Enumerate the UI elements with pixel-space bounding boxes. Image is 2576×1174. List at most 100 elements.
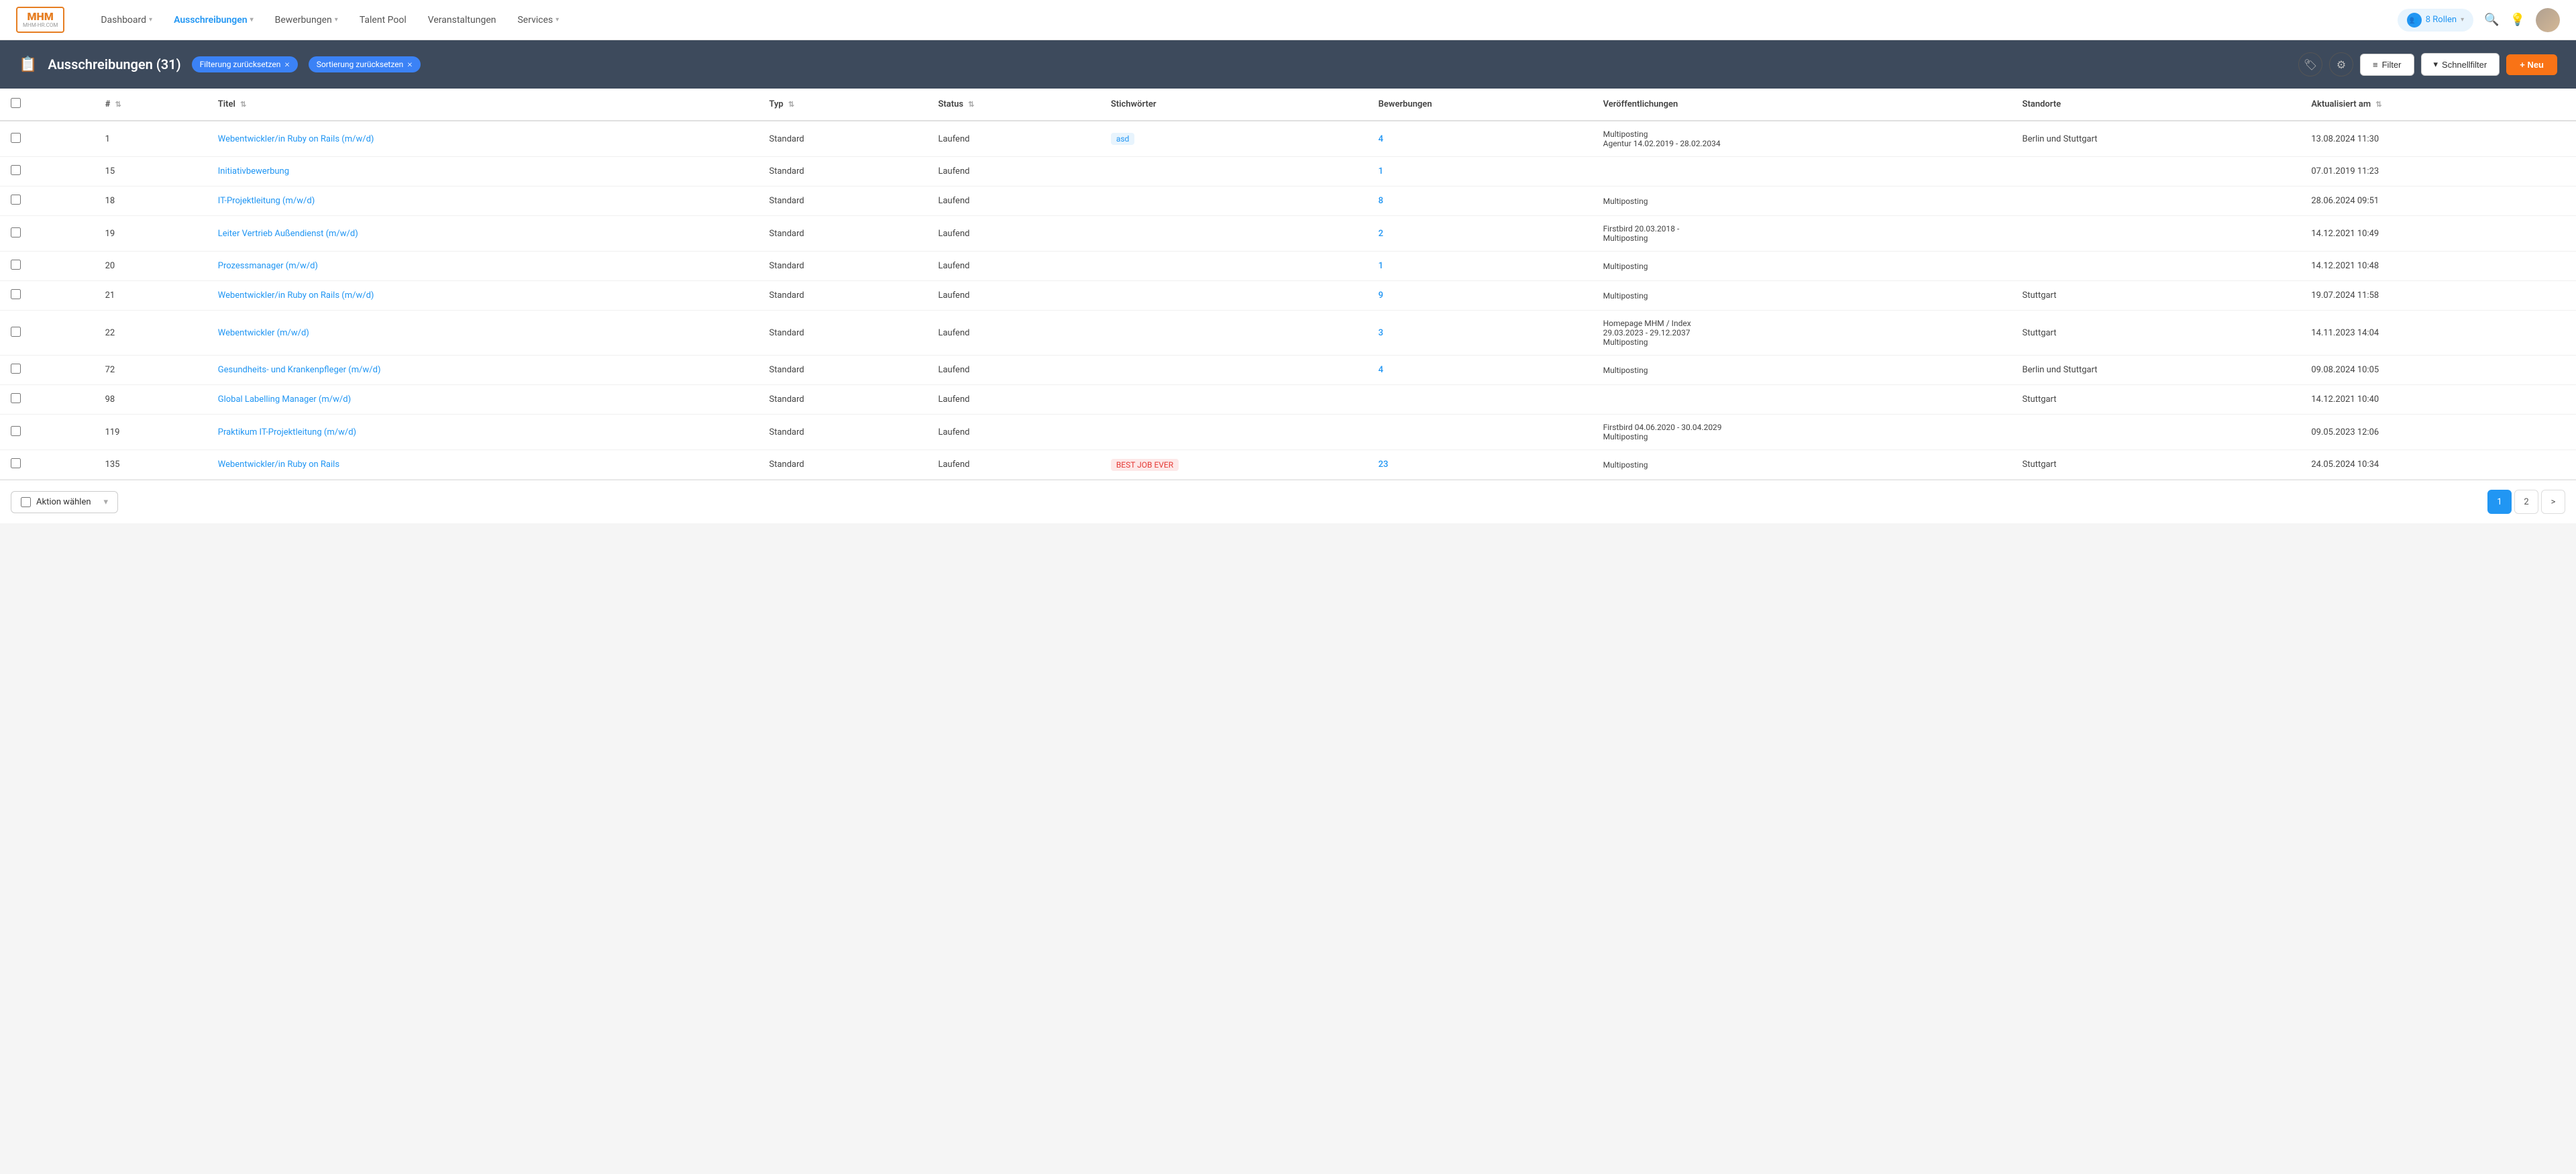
nav-item-bewerbungen[interactable]: Bewerbungen▾ <box>266 9 347 31</box>
nav-item-ausschreibungen[interactable]: Ausschreibungen▾ <box>164 9 263 31</box>
row-title-link[interactable]: Webentwickler (m/w/d) <box>218 328 309 338</box>
row-typ: Standard <box>758 252 927 281</box>
row-id: 1 <box>95 121 207 157</box>
filter-reset-button[interactable]: Filterung zurücksetzen × <box>192 56 298 72</box>
row-checkbox[interactable] <box>11 458 21 468</box>
bewerbungen-link[interactable]: 4 <box>1379 365 1383 375</box>
schnellfilter-button[interactable]: ▾ Schnellfilter <box>2421 53 2500 76</box>
row-title-link[interactable]: Webentwickler/in Ruby on Rails (m/w/d) <box>218 134 374 144</box>
row-title-link[interactable]: Global Labelling Manager (m/w/d) <box>218 394 351 405</box>
bewerbungen-link[interactable]: 1 <box>1379 166 1383 176</box>
row-title-link[interactable]: Praktikum IT-Projektleitung (m/w/d) <box>218 427 356 437</box>
col-typ[interactable]: Typ ⇅ <box>758 89 927 121</box>
nav-item-dashboard[interactable]: Dashboard▾ <box>91 9 162 31</box>
neu-button[interactable]: + Neu <box>2506 54 2557 75</box>
row-title-link[interactable]: IT-Projektleitung (m/w/d) <box>218 196 315 206</box>
col-status[interactable]: Status ⇅ <box>927 89 1099 121</box>
roles-button[interactable]: 👥 8 Rollen ▾ <box>2398 9 2473 32</box>
pagination-next-button[interactable]: > <box>2541 490 2565 514</box>
ausschreibungen-table: # ⇅ Titel ⇅ Typ ⇅ Status ⇅ Stichwörter B… <box>0 89 2576 480</box>
select-all-checkbox[interactable] <box>11 98 21 108</box>
bewerbungen-link[interactable]: 1 <box>1379 261 1383 271</box>
col-title[interactable]: Titel ⇅ <box>207 89 759 121</box>
page-btn-1[interactable]: 1 <box>2487 490 2512 514</box>
row-title-link[interactable]: Gesundheits- und Krankenpfleger (m/w/d) <box>218 365 381 375</box>
row-checkbox[interactable] <box>11 364 21 374</box>
row-title-link[interactable]: Prozessmanager (m/w/d) <box>218 261 318 271</box>
bewerbungen-link[interactable]: 3 <box>1379 328 1383 338</box>
nav-item-veranstaltungen[interactable]: Veranstaltungen <box>419 9 506 31</box>
nav-item-services[interactable]: Services▾ <box>508 9 568 31</box>
row-id: 135 <box>95 450 207 480</box>
sort-reset-button[interactable]: Sortierung zurücksetzen × <box>309 56 421 72</box>
row-checkbox[interactable] <box>11 393 21 403</box>
row-status: Laufend <box>927 216 1099 252</box>
stichwort-tag[interactable]: BEST JOB EVER <box>1111 459 1179 471</box>
row-checkbox[interactable] <box>11 195 21 205</box>
row-checkbox[interactable] <box>11 227 21 237</box>
notification-icon[interactable]: 💡 <box>2510 13 2525 27</box>
table-row: 1Webentwickler/in Ruby on Rails (m/w/d)S… <box>0 121 2576 157</box>
bewerbungen-link[interactable]: 4 <box>1379 134 1383 144</box>
row-id: 21 <box>95 281 207 311</box>
row-title-link[interactable]: Leiter Vertrieb Außendienst (m/w/d) <box>218 229 358 239</box>
tags-icon[interactable]: 🏷 <box>2298 52 2322 76</box>
col-id[interactable]: # ⇅ <box>95 89 207 121</box>
bewerbungen-link[interactable]: 23 <box>1379 460 1389 470</box>
row-aktualisiert: 28.06.2024 09:51 <box>2300 186 2576 216</box>
row-typ: Standard <box>758 311 927 356</box>
col-aktualisiert[interactable]: Aktualisiert am ⇅ <box>2300 89 2576 121</box>
bewerbungen-link[interactable]: 2 <box>1379 229 1383 239</box>
row-stichwort: BEST JOB EVER <box>1100 450 1368 480</box>
avatar[interactable] <box>2536 8 2560 32</box>
col-standorte: Standorte <box>2012 89 2301 121</box>
row-aktualisiert: 07.01.2019 11:23 <box>2300 157 2576 186</box>
stichwort-tag[interactable]: asd <box>1111 133 1135 145</box>
roles-icon: 👥 <box>2407 13 2422 28</box>
row-title-link[interactable]: Webentwickler/in Ruby on Rails (m/w/d) <box>218 290 374 301</box>
bewerbungen-link[interactable]: 9 <box>1379 290 1383 301</box>
filter-label: Filter <box>2382 60 2402 70</box>
row-checkbox[interactable] <box>11 327 21 337</box>
search-icon[interactable]: 🔍 <box>2484 13 2499 27</box>
row-title-link[interactable]: Webentwickler/in Ruby on Rails <box>218 460 339 470</box>
table-row: 22Webentwickler (m/w/d)StandardLaufend3H… <box>0 311 2576 356</box>
row-checkbox[interactable] <box>11 260 21 270</box>
row-typ: Standard <box>758 356 927 385</box>
settings-icon[interactable]: ⚙ <box>2329 52 2353 76</box>
nav-item-talent-pool[interactable]: Talent Pool <box>350 9 416 31</box>
logo[interactable]: MHM MHM-HR.COM <box>16 7 64 32</box>
row-checkbox[interactable] <box>11 289 21 299</box>
row-aktualisiert: 14.11.2023 14:04 <box>2300 311 2576 356</box>
row-title-link[interactable]: Initiativbewerbung <box>218 166 289 176</box>
row-bewerbungen: 1 <box>1368 252 1593 281</box>
row-standorte: Stuttgart <box>2012 281 2301 311</box>
row-standorte: Berlin und Stuttgart <box>2012 121 2301 157</box>
nav-chevron-icon: ▾ <box>335 16 338 23</box>
row-aktualisiert: 19.07.2024 11:58 <box>2300 281 2576 311</box>
sort-reset-label: Sortierung zurücksetzen <box>317 60 404 69</box>
bewerbungen-link[interactable]: 8 <box>1379 196 1383 206</box>
row-veroeffentlichungen: Multiposting <box>1593 356 2012 385</box>
table-container: # ⇅ Titel ⇅ Typ ⇅ Status ⇅ Stichwörter B… <box>0 89 2576 480</box>
filter-button[interactable]: ≡ Filter <box>2360 54 2414 76</box>
row-stichwort <box>1100 385 1368 415</box>
table-row: 135Webentwickler/in Ruby on RailsStandar… <box>0 450 2576 480</box>
action-select[interactable]: Aktion wählen ▾ <box>11 491 118 513</box>
row-veroeffentlichungen: Multiposting <box>1593 186 2012 216</box>
row-aktualisiert: 09.08.2024 10:05 <box>2300 356 2576 385</box>
row-stichwort <box>1100 281 1368 311</box>
row-checkbox[interactable] <box>11 133 21 143</box>
row-checkbox[interactable] <box>11 165 21 175</box>
row-id: 119 <box>95 415 207 450</box>
row-stichwort <box>1100 186 1368 216</box>
nav-chevron-icon: ▾ <box>555 16 559 23</box>
row-bewerbungen: 2 <box>1368 216 1593 252</box>
nav-right: 👥 8 Rollen ▾ 🔍 💡 <box>2398 8 2560 32</box>
pagination: 12> <box>2487 490 2565 514</box>
footer-checkbox[interactable] <box>21 497 31 507</box>
table-header-row: # ⇅ Titel ⇅ Typ ⇅ Status ⇅ Stichwörter B… <box>0 89 2576 121</box>
page-btn-2[interactable]: 2 <box>2514 490 2538 514</box>
roles-chevron-icon: ▾ <box>2461 16 2464 23</box>
row-checkbox[interactable] <box>11 426 21 436</box>
